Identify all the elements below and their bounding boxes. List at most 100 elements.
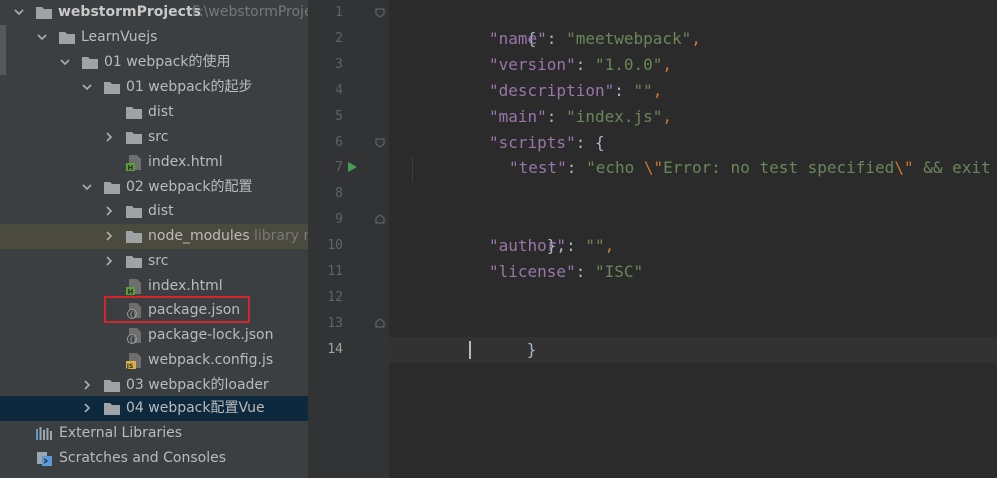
line-number: 13 bbox=[327, 316, 343, 331]
code-token: \" bbox=[643, 158, 664, 177]
library-root-hint: library ro bbox=[254, 228, 309, 244]
folder-icon bbox=[125, 129, 143, 146]
tree-item-webstorm-projects[interactable]: webstormProjects F:\webstormProje bbox=[0, 0, 309, 25]
folder-icon bbox=[125, 228, 143, 245]
code-token: "test" bbox=[509, 158, 567, 177]
tree-item-src[interactable]: src bbox=[0, 249, 308, 274]
chevron-right-icon[interactable] bbox=[82, 403, 92, 413]
line-number: 2 bbox=[335, 31, 343, 46]
external-libraries-icon bbox=[35, 425, 53, 442]
code-token: "" bbox=[585, 236, 605, 255]
code-token: "" bbox=[633, 81, 653, 100]
json-file-icon: {} bbox=[125, 302, 143, 319]
code-line-2: "name": "meetwebpack", bbox=[489, 26, 701, 52]
code-token: : bbox=[575, 133, 595, 152]
tree-item-label: index.html bbox=[148, 278, 223, 294]
code-line-3: "version": "1.0.0", bbox=[489, 52, 672, 78]
tree-item-label: 03 webpack的loader bbox=[126, 377, 269, 393]
chevron-down-icon[interactable] bbox=[14, 7, 24, 17]
code-token: "name" bbox=[489, 29, 547, 48]
tree-item-label: webstormProjects bbox=[58, 4, 201, 20]
fold-open-icon[interactable] bbox=[375, 138, 385, 148]
tree-item-01-webpack-start[interactable]: 01 webpack的起步 bbox=[0, 75, 308, 100]
fold-close-icon[interactable] bbox=[375, 214, 385, 224]
tree-item-learnvuejs[interactable]: LearnVuejs bbox=[0, 25, 308, 50]
tree-item-index-html[interactable]: H index.html bbox=[0, 150, 308, 175]
code-token: , bbox=[652, 81, 663, 100]
tree-item-index-html[interactable]: H index.html bbox=[0, 274, 308, 299]
code-line-6: "scripts": { bbox=[489, 130, 605, 156]
code-token: Error: no test specified bbox=[663, 158, 895, 177]
tree-item-src[interactable]: src bbox=[0, 125, 308, 150]
tree-item-dist[interactable]: dist bbox=[0, 199, 308, 224]
folder-icon bbox=[103, 377, 121, 394]
tree-item-label: dist bbox=[148, 104, 174, 120]
webstorm-window: webstormProjects F:\webstormProje LearnV… bbox=[0, 0, 997, 478]
svg-text:{}: {} bbox=[129, 312, 137, 319]
tree-item-label: src bbox=[148, 253, 169, 269]
code-line-13: } bbox=[469, 311, 537, 359]
code-token: "meetwebpack" bbox=[566, 29, 692, 48]
line-number: 4 bbox=[335, 83, 343, 98]
chevron-down-icon[interactable] bbox=[37, 32, 47, 42]
tree-item-package-lock-json[interactable]: {} package-lock.json bbox=[0, 323, 308, 348]
svg-text:H: H bbox=[128, 288, 134, 295]
tree-item-02-webpack-config[interactable]: 02 webpack的配置 bbox=[0, 175, 308, 200]
code-token: { bbox=[594, 133, 605, 152]
chevron-right-icon[interactable] bbox=[82, 380, 92, 390]
code-token: "license" bbox=[489, 262, 576, 281]
tree-item-webpack-config-js[interactable]: JS webpack.config.js bbox=[0, 348, 308, 373]
code-token: : bbox=[614, 81, 634, 100]
project-path-hint: F:\webstormProje bbox=[192, 4, 309, 20]
code-token: : bbox=[575, 262, 595, 281]
chevron-down-icon[interactable] bbox=[60, 57, 70, 67]
code-line-4: "description": "", bbox=[489, 78, 662, 104]
line-number: 11 bbox=[327, 264, 343, 279]
code-token: "author" bbox=[489, 236, 567, 255]
code-editor[interactable]: { "name": "meetwebpack", "version": "1.0… bbox=[389, 0, 997, 478]
tree-item-label: node_modules bbox=[148, 228, 250, 244]
line-number: 10 bbox=[327, 238, 343, 253]
chevron-right-icon[interactable] bbox=[104, 206, 114, 216]
code-token: : bbox=[546, 107, 567, 126]
tree-item-dist[interactable]: dist bbox=[0, 100, 308, 125]
json-file-icon: {} bbox=[125, 327, 143, 344]
tree-item-external-libraries[interactable]: External Libraries bbox=[0, 421, 308, 446]
tree-item-scratches-consoles[interactable]: Scratches and Consoles bbox=[0, 446, 308, 471]
tree-item-label: External Libraries bbox=[59, 425, 182, 441]
line-number: 1 bbox=[335, 5, 343, 20]
tree-item-label: 04 webpack配置Vue bbox=[126, 400, 265, 416]
tree-item-node-modules[interactable]: node_modules library ro bbox=[0, 224, 309, 249]
line-number-current: 14 bbox=[327, 342, 343, 357]
tree-item-label: 02 webpack的配置 bbox=[126, 179, 253, 195]
chevron-right-icon[interactable] bbox=[104, 231, 114, 241]
chevron-right-icon[interactable] bbox=[104, 256, 114, 266]
fold-close-icon[interactable] bbox=[375, 318, 385, 328]
folder-icon bbox=[125, 253, 143, 270]
chevron-right-icon[interactable] bbox=[104, 132, 114, 142]
folder-icon bbox=[35, 4, 53, 21]
tree-item-package-json[interactable]: {} package.json bbox=[0, 298, 308, 323]
tree-item-label: src bbox=[148, 129, 169, 145]
run-script-icon[interactable] bbox=[346, 161, 358, 173]
code-line-10: "author": "", bbox=[489, 233, 614, 259]
code-token: "ISC" bbox=[594, 262, 644, 281]
tree-item-label: 01 webpack的起步 bbox=[126, 79, 253, 95]
line-number: 6 bbox=[335, 135, 343, 150]
js-file-icon: JS bbox=[125, 352, 143, 369]
line-number: 12 bbox=[327, 290, 343, 305]
folder-icon bbox=[103, 179, 121, 196]
code-token: : bbox=[566, 158, 587, 177]
code-token: , bbox=[691, 29, 701, 48]
tree-item-label: index.html bbox=[148, 154, 223, 170]
code-token: "version" bbox=[489, 55, 576, 74]
tree-item-04-webpack-vue[interactable]: 04 webpack配置Vue bbox=[0, 396, 308, 421]
chevron-down-icon[interactable] bbox=[82, 182, 92, 192]
fold-open-icon[interactable] bbox=[375, 8, 385, 18]
folder-icon bbox=[81, 54, 99, 71]
tree-item-01-webpack-usage[interactable]: 01 webpack的使用 bbox=[0, 50, 308, 75]
tree-item-03-webpack-loader[interactable]: 03 webpack的loader bbox=[0, 373, 308, 398]
indent-guide bbox=[412, 156, 413, 182]
tree-item-label: package.json bbox=[148, 302, 241, 318]
chevron-down-icon[interactable] bbox=[82, 82, 92, 92]
